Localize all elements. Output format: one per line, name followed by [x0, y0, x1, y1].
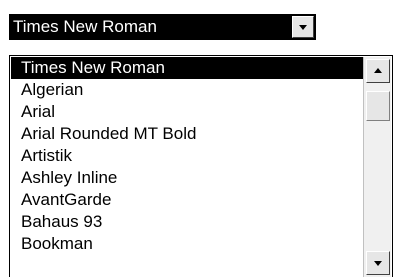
- list-item[interactable]: Bahaus 93: [11, 211, 363, 233]
- vertical-scrollbar[interactable]: [363, 57, 391, 277]
- font-list: Times New Roman Algerian Arial Arial Rou…: [11, 57, 363, 277]
- list-item[interactable]: Bookman: [11, 233, 363, 255]
- list-item[interactable]: AvantGarde: [11, 189, 363, 211]
- arrow-up-icon: [374, 68, 382, 73]
- chevron-down-icon: [299, 25, 307, 30]
- combo-dropdown-button[interactable]: [292, 16, 314, 38]
- font-combo-box[interactable]: Times New Roman: [9, 14, 316, 40]
- scroll-up-button[interactable]: [366, 59, 390, 83]
- list-item[interactable]: Artistik: [11, 145, 363, 167]
- list-item[interactable]: Arial Rounded MT Bold: [11, 123, 363, 145]
- list-item[interactable]: Ashley Inline: [11, 167, 363, 189]
- arrow-down-icon: [374, 261, 382, 266]
- list-item[interactable]: Times New Roman: [11, 57, 363, 79]
- scrollbar-thumb[interactable]: [366, 91, 390, 121]
- list-item[interactable]: Arial: [11, 101, 363, 123]
- font-combo-value[interactable]: Times New Roman: [11, 16, 292, 38]
- scroll-down-button[interactable]: [366, 251, 390, 275]
- font-dropdown-list: Times New Roman Algerian Arial Arial Rou…: [9, 55, 393, 277]
- list-item[interactable]: Algerian: [11, 79, 363, 101]
